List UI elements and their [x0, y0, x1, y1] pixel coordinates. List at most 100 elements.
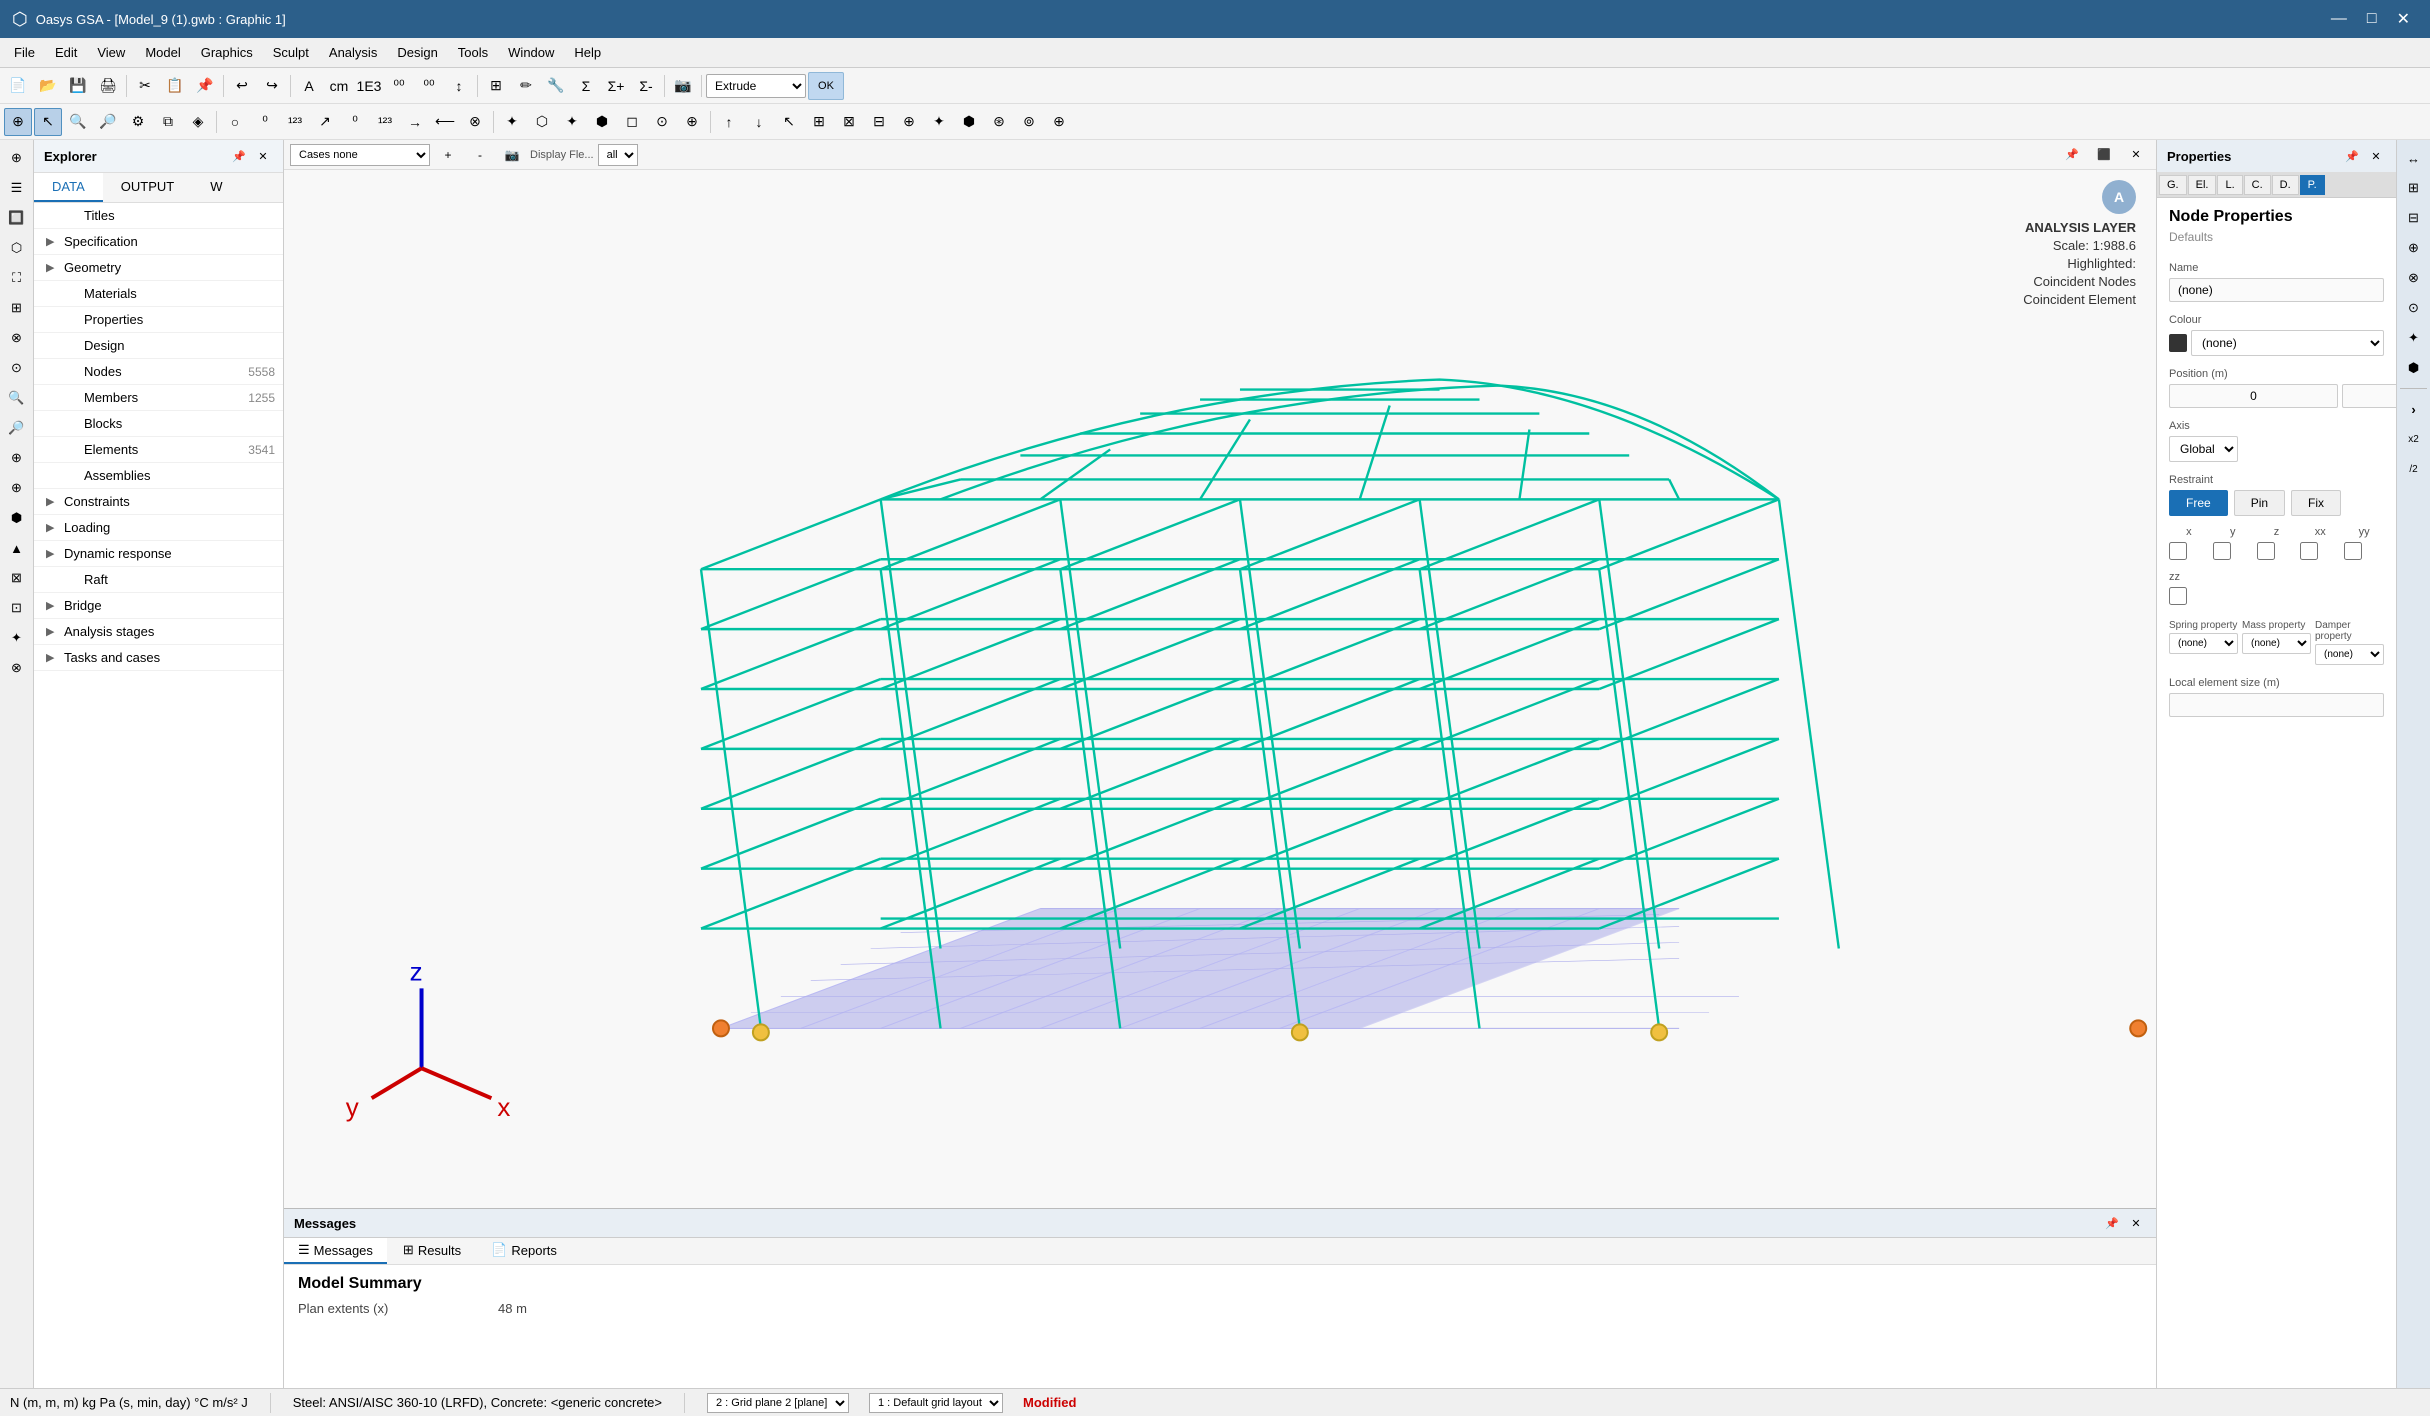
vp-btn-minus[interactable]: - [466, 141, 494, 169]
maximize-button[interactable]: □ [2359, 7, 2385, 31]
msg-tab-reports[interactable]: 📄 Reports [477, 1238, 571, 1264]
tb-b2[interactable]: cm [325, 72, 353, 100]
props-tab-c[interactable]: C. [2244, 175, 2271, 195]
menu-model[interactable]: Model [135, 41, 190, 64]
tb-paste[interactable]: 📌 [191, 72, 219, 100]
ri-btn-2[interactable]: ⊞ [2400, 174, 2428, 202]
grid-layout-dropdown[interactable]: 1 : Default grid layout [869, 1393, 1003, 1413]
restraint-pin-btn[interactable]: Pin [2234, 490, 2285, 516]
tb2-c3[interactable]: ¹²³ [281, 108, 309, 136]
tb2-e10[interactable]: ⊛ [985, 108, 1013, 136]
li-btn-7[interactable]: ⊗ [3, 324, 31, 352]
tb2-c9[interactable]: ⊗ [461, 108, 489, 136]
tb2-c8[interactable]: ⟵ [431, 108, 459, 136]
restraint-free-btn[interactable]: Free [2169, 490, 2228, 516]
li-btn-8[interactable]: ⊙ [3, 354, 31, 382]
ri-btn-x2[interactable]: x2 [2400, 425, 2428, 453]
msg-close[interactable]: ✕ [2126, 1213, 2146, 1233]
tb2-e11[interactable]: ⊚ [1015, 108, 1043, 136]
ri-btn-slash2[interactable]: /2 [2400, 455, 2428, 483]
menu-graphics[interactable]: Graphics [191, 41, 263, 64]
tree-specification[interactable]: ▶ Specification [34, 229, 283, 255]
tree-tasks-cases[interactable]: ▶ Tasks and cases [34, 645, 283, 671]
li-btn-16[interactable]: ⊡ [3, 594, 31, 622]
menu-help[interactable]: Help [564, 41, 611, 64]
tb2-d5[interactable]: ◻ [618, 108, 646, 136]
tree-constraints[interactable]: ▶ Constraints [34, 489, 283, 515]
tree-blocks[interactable]: Blocks [34, 411, 283, 437]
tree-raft[interactable]: Raft [34, 567, 283, 593]
tree-analysis-stages[interactable]: ▶ Analysis stages [34, 619, 283, 645]
tree-design[interactable]: Design [34, 333, 283, 359]
vp-btn-camera[interactable]: 📷 [498, 141, 526, 169]
props-close[interactable]: ✕ [2366, 146, 2386, 166]
dof-y-checkbox[interactable] [2213, 542, 2231, 560]
li-btn-12[interactable]: ⊕ [3, 474, 31, 502]
tb-redo[interactable]: ↪ [258, 72, 286, 100]
tb-open[interactable]: 📂 [34, 72, 62, 100]
close-button[interactable]: ✕ [2389, 7, 2418, 31]
menu-file[interactable]: File [4, 41, 45, 64]
li-btn-13[interactable]: ⬢ [3, 504, 31, 532]
tb-cut[interactable]: ✂ [131, 72, 159, 100]
tb-b6[interactable]: ↕ [445, 72, 473, 100]
tree-loading[interactable]: ▶ Loading [34, 515, 283, 541]
tb2-e7[interactable]: ⊕ [895, 108, 923, 136]
tb-sigma2[interactable]: Σ+ [602, 72, 630, 100]
props-tab-l[interactable]: L. [2217, 175, 2242, 195]
tab-data[interactable]: DATA [34, 173, 103, 202]
ri-btn-8[interactable]: ⬢ [2400, 354, 2428, 382]
ri-btn-arrow-right[interactable]: › [2400, 395, 2428, 423]
li-btn-14[interactable]: ▲ [3, 534, 31, 562]
li-btn-5[interactable]: ⛶ [3, 264, 31, 292]
all-dropdown[interactable]: all [598, 144, 638, 166]
tb2-d4[interactable]: ⬢ [588, 108, 616, 136]
prop-pos-x[interactable] [2169, 384, 2338, 408]
tb-sigma3[interactable]: Σ- [632, 72, 660, 100]
tb-ok[interactable]: OK [808, 72, 844, 100]
tree-materials[interactable]: Materials [34, 281, 283, 307]
spring-property-select[interactable]: (none) [2169, 633, 2238, 654]
tb2-c4[interactable]: ↗ [311, 108, 339, 136]
vp-pin[interactable]: 📌 [2058, 141, 2086, 169]
prop-color-swatch[interactable] [2169, 334, 2187, 352]
tb2-zoom[interactable]: 🔍 [64, 108, 92, 136]
props-tab-p[interactable]: P. [2300, 175, 2325, 195]
menu-tools[interactable]: Tools [448, 41, 498, 64]
menu-view[interactable]: View [87, 41, 135, 64]
tb2-e12[interactable]: ⊕ [1045, 108, 1073, 136]
tb-camera[interactable]: 📷 [669, 72, 697, 100]
li-btn-17[interactable]: ✦ [3, 624, 31, 652]
tb2-d3[interactable]: ✦ [558, 108, 586, 136]
ri-btn-1[interactable]: ↔ [2400, 144, 2428, 172]
damper-property-select[interactable]: (none) [2315, 644, 2384, 665]
li-btn-2[interactable]: ☰ [3, 174, 31, 202]
li-btn-9[interactable]: 🔍 [3, 384, 31, 412]
tb-b1[interactable]: A [295, 72, 323, 100]
tb2-e2[interactable]: ↓ [745, 108, 773, 136]
menu-analysis[interactable]: Analysis [319, 41, 387, 64]
li-btn-18[interactable]: ⊗ [3, 654, 31, 682]
tb2-b1[interactable]: ⚙ [124, 108, 152, 136]
li-btn-11[interactable]: ⊕ [3, 444, 31, 472]
tb-b7[interactable]: ⊞ [482, 72, 510, 100]
local-element-size-input[interactable] [2169, 693, 2384, 717]
tab-output[interactable]: OUTPUT [103, 173, 192, 202]
extrude-dropdown[interactable]: Extrude [706, 74, 806, 98]
tree-members[interactable]: Members 1255 [34, 385, 283, 411]
tree-properties[interactable]: Properties [34, 307, 283, 333]
tb-b9[interactable]: 🔧 [542, 72, 570, 100]
tab-w[interactable]: W [192, 173, 240, 202]
mass-property-select[interactable]: (none) [2242, 633, 2311, 654]
tb2-e6[interactable]: ⊟ [865, 108, 893, 136]
tb-b4[interactable]: ⁰⁰ [385, 72, 413, 100]
props-pin[interactable]: 📌 [2342, 146, 2362, 166]
tb-copy[interactable]: 📋 [161, 72, 189, 100]
vp-btn-plus[interactable]: + [434, 141, 462, 169]
prop-axis-select[interactable]: Global [2169, 436, 2238, 462]
li-btn-1[interactable]: ⊕ [3, 144, 31, 172]
li-btn-10[interactable]: 🔎 [3, 414, 31, 442]
ri-btn-6[interactable]: ⊙ [2400, 294, 2428, 322]
msg-tab-messages[interactable]: ☰ Messages [284, 1238, 387, 1264]
props-tab-el[interactable]: El. [2188, 175, 2217, 195]
